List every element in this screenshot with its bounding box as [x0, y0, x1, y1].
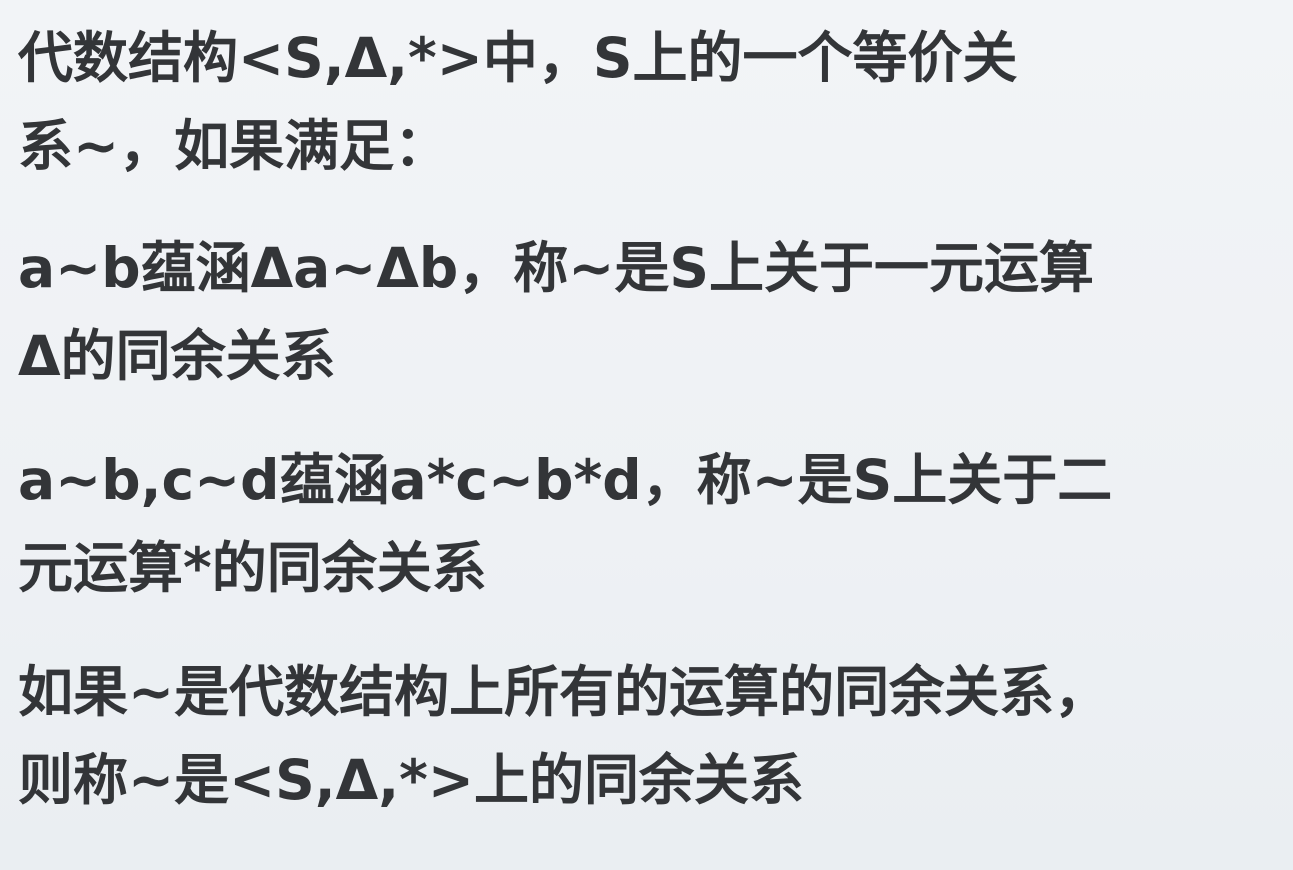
text-line: a~b,c~d蕴涵a*c~b*d，称~是S上关于二: [18, 448, 1113, 512]
text-line: 如果~是代数结构上所有的运算的同余关系，: [18, 660, 1110, 724]
binary-congruence-paragraph: a~b,c~d蕴涵a*c~b*d，称~是S上关于二 元运算*的同余关系: [18, 436, 1278, 612]
text-line: a~b蕴涵Δa~Δb，称~是S上关于一元运算: [18, 236, 1094, 300]
text-line: 系~，如果满足：: [18, 114, 450, 178]
structure-congruence-paragraph: 如果~是代数结构上所有的运算的同余关系， 则称~是<S,Δ,*>上的同余关系: [18, 648, 1278, 824]
text-line: Δ的同余关系: [18, 324, 336, 388]
text-line: 代数结构<S,Δ,*>中，S上的一个等价关: [18, 26, 1018, 90]
unary-congruence-paragraph: a~b蕴涵Δa~Δb，称~是S上关于一元运算 Δ的同余关系: [18, 224, 1278, 400]
slide-content: 代数结构<S,Δ,*>中，S上的一个等价关 系~，如果满足： a~b蕴涵Δa~Δ…: [18, 14, 1278, 824]
definition-paragraph: 代数结构<S,Δ,*>中，S上的一个等价关 系~，如果满足：: [18, 14, 1278, 190]
text-line: 则称~是<S,Δ,*>上的同余关系: [18, 748, 804, 812]
text-line: 元运算*的同余关系: [18, 536, 487, 600]
